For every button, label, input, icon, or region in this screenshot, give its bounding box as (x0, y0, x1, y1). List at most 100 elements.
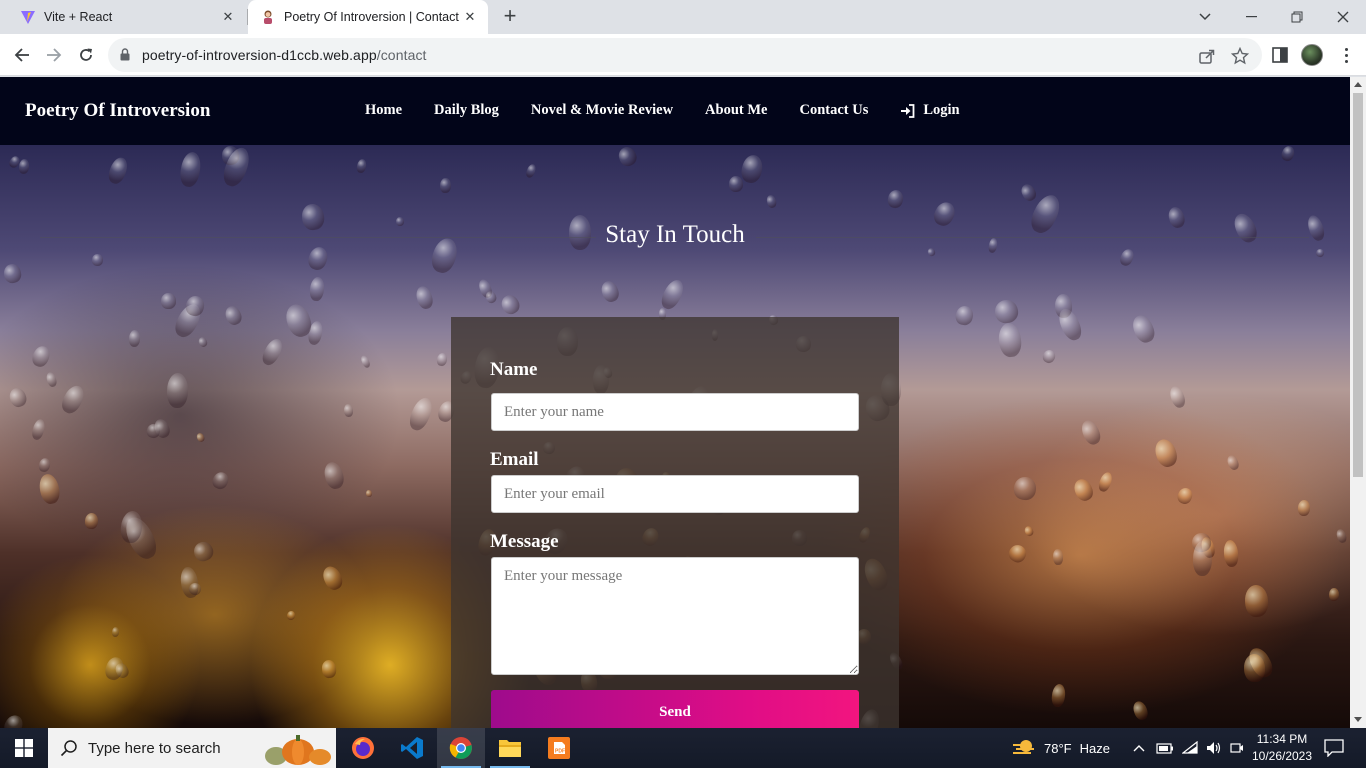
rain-drop (1022, 524, 1035, 538)
rain-drop (1131, 699, 1151, 723)
rain-drop (210, 469, 232, 492)
bookmark-star-icon[interactable] (1231, 47, 1249, 65)
share-icon[interactable] (1198, 47, 1216, 65)
nav-contact[interactable]: Contact Us (799, 102, 868, 119)
notifications-icon[interactable] (1324, 739, 1344, 757)
rain-drop (222, 303, 245, 328)
rain-drop (498, 291, 523, 317)
system-tray (1132, 728, 1244, 768)
taskbar-clock[interactable]: 11:34 PM 10/26/2023 (1250, 731, 1314, 765)
rain-drop (1242, 653, 1265, 683)
page-scrollbar[interactable] (1350, 77, 1366, 728)
rain-drop (58, 382, 89, 417)
rain-drop (1152, 436, 1181, 471)
windows-start-icon[interactable] (0, 728, 48, 768)
reload-icon[interactable] (74, 43, 98, 67)
rain-drop (1244, 583, 1269, 617)
nav-review[interactable]: Novel & Movie Review (531, 102, 673, 119)
nav-login[interactable]: Login (900, 102, 991, 119)
rain-drop (1005, 542, 1029, 566)
nav-home[interactable]: Home (365, 102, 402, 119)
rain-drop (30, 417, 47, 442)
rain-drop (765, 193, 778, 209)
meet-now-icon[interactable] (1230, 741, 1244, 755)
side-panel-icon[interactable] (1270, 45, 1290, 65)
nav-about[interactable]: About Me (705, 102, 767, 119)
rain-drop (1, 712, 27, 728)
rain-drop (1097, 470, 1115, 494)
restore-icon[interactable] (1274, 0, 1320, 34)
chevron-up-icon[interactable] (1132, 743, 1146, 753)
battery-icon[interactable] (1156, 742, 1174, 754)
email-label: Email (490, 449, 539, 470)
minimize-icon[interactable] (1228, 0, 1274, 34)
rain-drop (321, 459, 347, 491)
windows-taskbar: Type here to search PDF 78°F Haze 11:34 … (0, 728, 1366, 768)
close-tab-icon[interactable]: ✕ (462, 9, 478, 25)
rain-drop (439, 177, 451, 194)
rain-drop (37, 456, 52, 474)
contact-hero: Stay In Touch Name Email Message Send (0, 145, 1350, 728)
site-brand[interactable]: Poetry Of Introversion (25, 100, 210, 122)
rain-drop (7, 385, 30, 410)
browser-menu-icon[interactable] (1336, 45, 1356, 65)
weather-text: Haze (1079, 740, 1110, 756)
rain-drop (1335, 528, 1348, 545)
firefox-taskbar-icon[interactable] (339, 728, 387, 768)
rain-drop (177, 151, 203, 189)
site-navbar: Poetry Of Introversion Home Daily Blog N… (0, 77, 1350, 145)
scroll-down-icon[interactable] (1354, 717, 1362, 722)
chrome-taskbar-icon[interactable] (437, 728, 485, 768)
rain-drop (435, 352, 448, 368)
forward-icon[interactable] (42, 43, 66, 67)
rain-drop (309, 276, 326, 302)
file-explorer-taskbar-icon[interactable] (486, 728, 534, 768)
taskbar-search[interactable]: Type here to search (48, 728, 336, 768)
volume-icon[interactable] (1206, 741, 1222, 755)
rain-drop (484, 289, 499, 305)
email-input[interactable] (491, 475, 859, 513)
new-tab-icon[interactable]: + (498, 5, 522, 29)
rain-drop (993, 298, 1021, 326)
rain-drop (196, 335, 209, 349)
rain-drop (1078, 417, 1103, 448)
rain-drop (1128, 312, 1158, 346)
profile-avatar[interactable] (1301, 44, 1323, 66)
rain-drop (342, 404, 354, 418)
rain-drop (84, 511, 99, 530)
close-tab-icon[interactable]: ✕ (220, 9, 236, 25)
scroll-thumb[interactable] (1353, 93, 1363, 477)
rain-drop (997, 321, 1024, 359)
login-icon (901, 103, 915, 118)
vscode-taskbar-icon[interactable] (388, 728, 436, 768)
rain-drop (319, 563, 346, 593)
tab-vite-react[interactable]: Vite + React ✕ (0, 0, 246, 34)
tab-contact[interactable]: Poetry Of Introversion | Contact ✕ (248, 0, 488, 34)
name-input[interactable] (491, 393, 859, 431)
address-bar[interactable]: poetry-of-introversion-d1ccb.web.app/con… (108, 38, 1262, 72)
back-icon[interactable] (10, 43, 34, 67)
rain-drop (259, 336, 286, 368)
tab-search-chevron-icon[interactable] (1182, 0, 1228, 34)
rain-drop (195, 431, 206, 443)
rain-drop (1052, 548, 1064, 566)
send-button[interactable]: Send (491, 690, 859, 728)
rain-drop (1222, 539, 1240, 568)
rain-drop (2, 262, 23, 285)
rain-drop (111, 626, 120, 637)
scroll-up-icon[interactable] (1354, 82, 1362, 87)
rain-drop (321, 659, 338, 679)
pdf-app-taskbar-icon[interactable]: PDF (535, 728, 583, 768)
vite-icon (21, 11, 35, 24)
rain-drop (190, 539, 216, 565)
rain-drop (524, 162, 538, 179)
rain-drop (886, 188, 905, 209)
message-textarea[interactable] (491, 557, 859, 675)
search-icon (60, 740, 77, 757)
close-window-icon[interactable] (1320, 0, 1366, 34)
nav-daily-blog[interactable]: Daily Blog (434, 102, 499, 119)
weather-widget[interactable]: 78°F Haze (1012, 728, 1110, 768)
rain-drop (1054, 305, 1085, 343)
wifi-icon[interactable] (1182, 741, 1198, 755)
rain-drop (106, 155, 131, 187)
